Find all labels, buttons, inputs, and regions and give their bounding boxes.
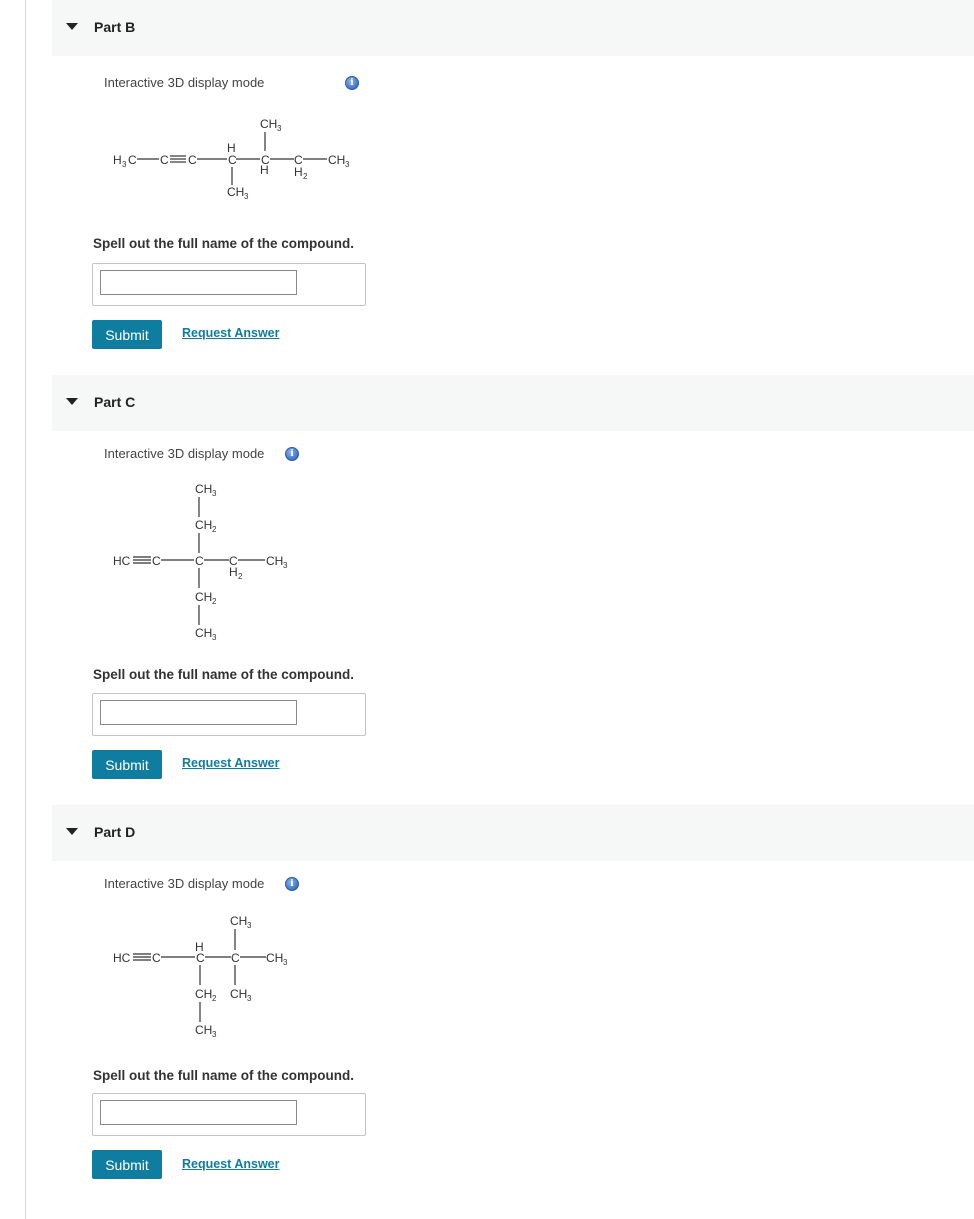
struct-text: C (195, 554, 204, 568)
answer-input[interactable] (100, 700, 297, 725)
answer-box (92, 693, 366, 736)
struct-text: 3 (212, 633, 217, 642)
struct-text: H (229, 565, 238, 579)
answer-input[interactable] (100, 1100, 297, 1125)
struct-text: CH (195, 1023, 212, 1037)
struct-text: 3 (345, 160, 350, 169)
struct-text: CH (195, 482, 212, 496)
struct-text: CH (195, 518, 212, 532)
struct-text: C (128, 153, 137, 167)
display-mode-label[interactable]: Interactive 3D display mode (104, 75, 264, 90)
struct-text: C (196, 951, 205, 965)
struct-text: 3 (122, 160, 127, 169)
part-title: Part C (94, 394, 136, 410)
struct-text: 2 (212, 597, 217, 606)
struct-text: CH (230, 914, 247, 928)
struct-text: HC (113, 554, 131, 568)
part-d-header[interactable]: Part D (52, 805, 974, 861)
struct-text: 2 (212, 525, 217, 534)
struct-text: 3 (247, 921, 252, 930)
struct-text: 2 (212, 994, 217, 1003)
struct-text: CH (195, 987, 212, 1001)
struct-text: 3 (212, 1030, 217, 1039)
submit-button[interactable]: Submit (92, 750, 162, 779)
chemical-structure-part-b: H 3 C C C H C CH 3 CH 3 C H C H 2 CH 3 (113, 117, 350, 201)
struct-text: CH (227, 185, 244, 199)
struct-text: H (260, 163, 269, 177)
struct-text: CH (195, 626, 212, 640)
info-icon[interactable]: i (285, 877, 299, 891)
collapse-caret-icon[interactable] (66, 828, 78, 835)
display-mode-label[interactable]: Interactive 3D display mode (104, 876, 264, 891)
request-answer-link[interactable]: Request Answer (182, 326, 279, 340)
struct-text: C (152, 554, 161, 568)
struct-text: 3 (283, 561, 288, 570)
info-icon[interactable]: i (345, 76, 359, 90)
question-prompt: Spell out the full name of the compound. (93, 667, 354, 682)
struct-text: 2 (238, 572, 243, 581)
struct-text: 3 (247, 994, 252, 1003)
part-b-header[interactable]: Part B (52, 0, 974, 56)
struct-text: CH (266, 951, 283, 965)
left-border-rule (25, 0, 26, 1219)
struct-text: CH (328, 153, 345, 167)
info-icon[interactable]: i (285, 447, 299, 461)
request-answer-link[interactable]: Request Answer (182, 1157, 279, 1171)
struct-text: 3 (283, 958, 288, 967)
struct-text: C (231, 951, 240, 965)
struct-text: 3 (277, 124, 282, 133)
struct-text: C (188, 153, 197, 167)
chemical-structure-part-c: CH 3 CH 2 HC C C C H 2 CH 3 CH 2 CH 3 (113, 482, 288, 642)
struct-text: 3 (244, 192, 249, 201)
struct-text: CH (266, 554, 283, 568)
struct-text: 2 (303, 172, 308, 181)
struct-text: CH (230, 987, 247, 1001)
answer-box (92, 263, 366, 306)
request-answer-link[interactable]: Request Answer (182, 756, 279, 770)
submit-button[interactable]: Submit (92, 1150, 162, 1179)
chemical-structure-part-d: CH 3 H HC C C C CH 3 CH 2 CH 3 CH 3 (113, 914, 288, 1039)
question-prompt: Spell out the full name of the compound. (93, 1068, 354, 1083)
answer-input[interactable] (100, 270, 297, 295)
struct-text: 3 (212, 489, 217, 498)
submit-button[interactable]: Submit (92, 320, 162, 349)
part-title: Part B (94, 19, 136, 35)
struct-text: CH (195, 590, 212, 604)
collapse-caret-icon[interactable] (66, 398, 78, 405)
display-mode-label[interactable]: Interactive 3D display mode (104, 446, 264, 461)
collapse-caret-icon[interactable] (66, 23, 78, 30)
answer-box (92, 1093, 366, 1136)
struct-text: CH (260, 117, 277, 131)
struct-text: C (160, 153, 169, 167)
struct-text: H (294, 165, 303, 179)
struct-text: C (228, 153, 237, 167)
struct-text: C (152, 951, 161, 965)
struct-text: HC (113, 951, 131, 965)
struct-text: H (113, 153, 122, 167)
part-title: Part D (94, 824, 136, 840)
part-c-header[interactable]: Part C (52, 375, 974, 431)
question-prompt: Spell out the full name of the compound. (93, 236, 354, 251)
